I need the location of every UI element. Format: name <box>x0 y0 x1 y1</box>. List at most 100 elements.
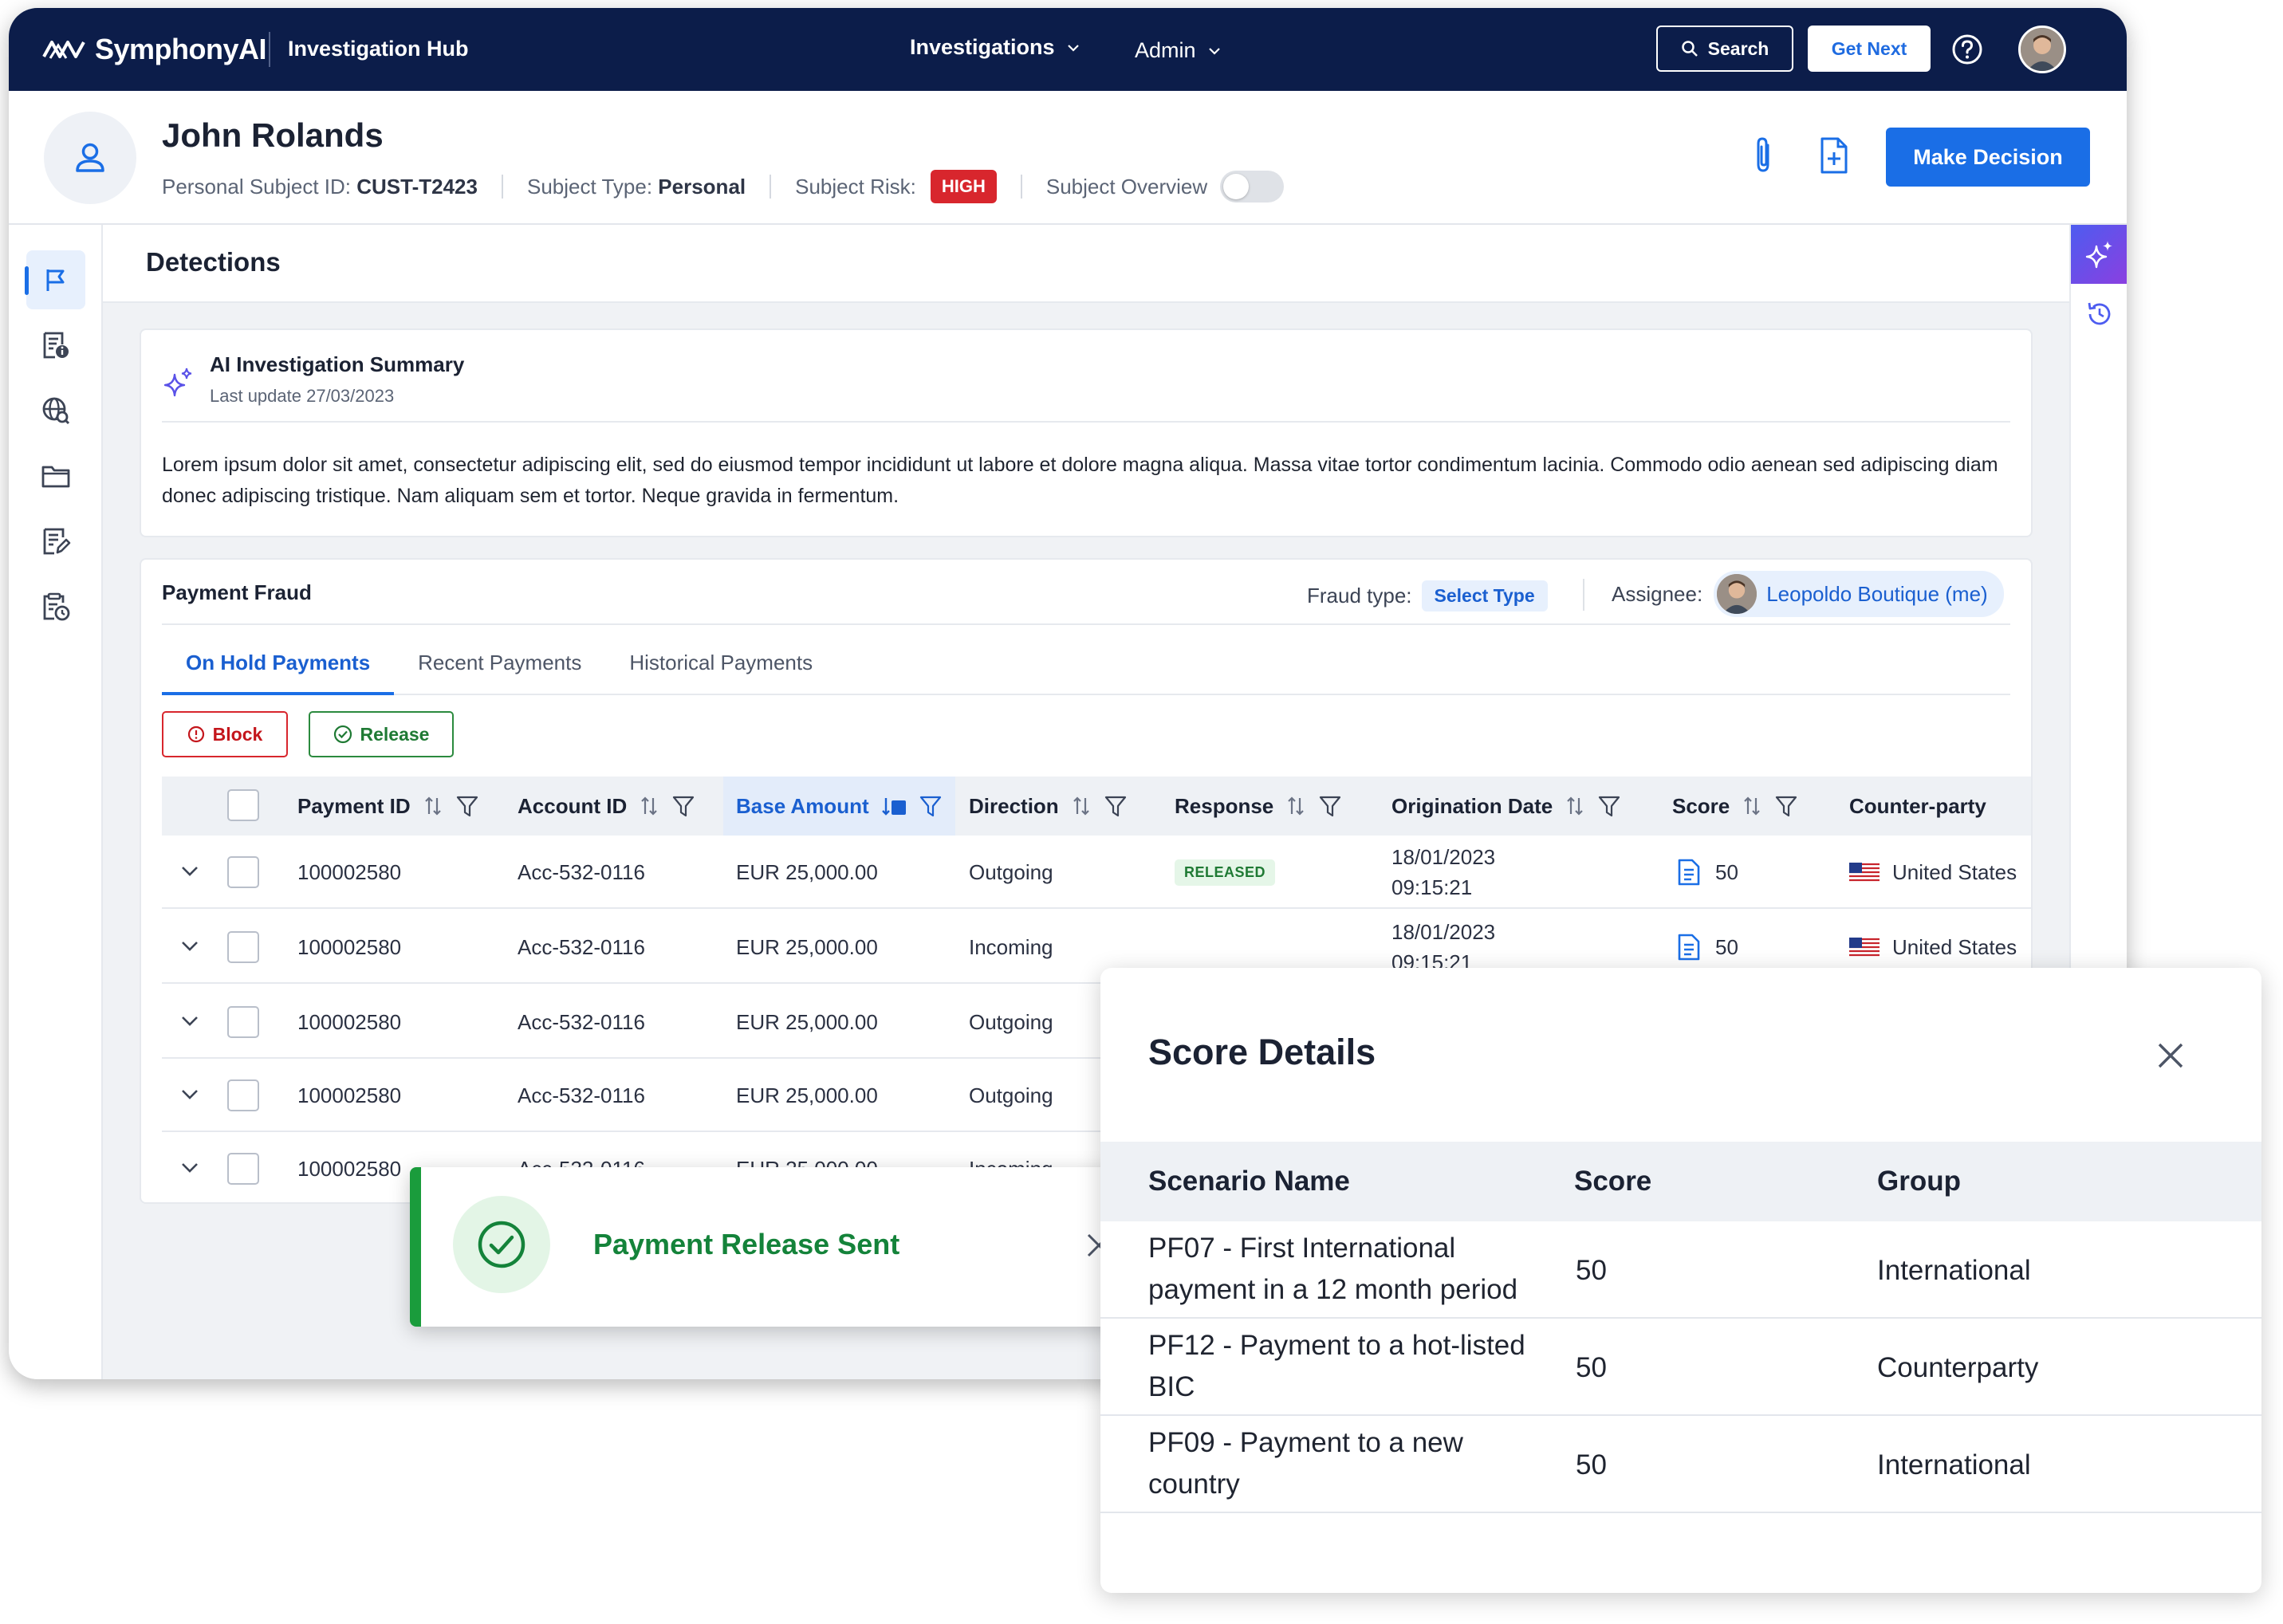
filter-icon[interactable] <box>455 794 479 818</box>
score-cell[interactable]: 50 <box>1677 836 1738 909</box>
row-checkbox[interactable] <box>227 1079 259 1111</box>
menu-admin[interactable]: Admin <box>1135 38 1222 63</box>
amount-cell: EUR 25,000.00 <box>736 1083 878 1107</box>
score-row: PF12 - Payment to a hot-listed BIC 50 Co… <box>1100 1319 2261 1416</box>
ai-summary-text: Lorem ipsum dolor sit amet, consectetur … <box>162 454 1998 507</box>
score-value: 50 <box>1715 859 1738 884</box>
tab-recent-payments[interactable]: Recent Payments <box>394 635 605 695</box>
fraud-type: Fraud type: Select Type <box>1307 580 1548 611</box>
tab-historical-payments[interactable]: Historical Payments <box>605 635 836 695</box>
filter-icon[interactable] <box>671 794 695 818</box>
toast-message: Payment Release Sent <box>593 1228 900 1260</box>
column-header-account-id[interactable]: Account ID <box>518 777 695 836</box>
payment-id-cell: 100002580 <box>297 1156 402 1181</box>
menu-admin-label: Admin <box>1135 38 1196 62</box>
table-row[interactable]: 100002580 Acc-532-0116 EUR 25,000.00 Out… <box>162 836 2031 909</box>
filter-icon[interactable] <box>1774 794 1798 818</box>
scenario-score-cell: 50 <box>1576 1255 1607 1286</box>
assignee-label: Assignee: <box>1612 581 1703 606</box>
chevron-down-icon <box>1067 44 1079 52</box>
select-all-checkbox[interactable] <box>227 789 259 821</box>
sort-icon[interactable] <box>1564 795 1586 817</box>
subject-avatar <box>44 112 136 204</box>
assignee-avatar <box>1717 574 1758 614</box>
filter-icon[interactable] <box>1318 794 1342 818</box>
chevron-down-icon[interactable] <box>178 1083 202 1107</box>
release-button[interactable]: Release <box>309 711 454 757</box>
alert-circle-icon <box>187 725 204 743</box>
account-id-cell: Acc-532-0116 <box>518 1083 645 1107</box>
attachment-icon[interactable] <box>1747 136 1782 177</box>
sidebar-item-notes[interactable] <box>26 512 85 571</box>
score-row: PF07 - First International payment in a … <box>1100 1221 2261 1319</box>
column-header-direction[interactable]: Direction <box>969 777 1128 836</box>
sort-descending-icon[interactable] <box>880 795 907 817</box>
brand-logo[interactable]: SymphonyAI <box>42 32 267 67</box>
sort-icon[interactable] <box>422 795 444 817</box>
column-header-response[interactable]: Response <box>1175 777 1342 836</box>
ai-summary-date: Last update 27/03/2023 <box>210 386 395 406</box>
chevron-down-icon[interactable] <box>178 934 202 958</box>
column-header-payment-id[interactable]: Payment ID <box>297 777 479 836</box>
block-button[interactable]: Block <box>162 711 288 757</box>
column-header-counterparty[interactable]: Counter-party <box>1849 777 1986 836</box>
check-circle-icon <box>333 725 352 744</box>
document-icon[interactable] <box>1677 859 1701 886</box>
chevron-down-icon[interactable] <box>178 859 202 883</box>
filter-icon[interactable] <box>1597 794 1621 818</box>
sidebar-item-network[interactable] <box>26 381 85 440</box>
sort-icon[interactable] <box>638 795 660 817</box>
column-header-origination-date[interactable]: Origination Date <box>1391 777 1621 836</box>
time-text: 09:15:21 <box>1391 875 1473 899</box>
tab-on-hold-payments[interactable]: On Hold Payments <box>162 635 395 695</box>
origination-date-cell: 18/01/2023 09:15:21 <box>1391 836 1495 909</box>
column-header-score[interactable]: Score <box>1672 777 1798 836</box>
sort-icon[interactable] <box>1741 795 1763 817</box>
top-navbar: SymphonyAI Investigation Hub Investigati… <box>9 8 2127 91</box>
search-button[interactable]: Search <box>1656 26 1793 72</box>
row-checkbox[interactable] <box>227 1153 259 1185</box>
us-flag-icon <box>1849 938 1880 957</box>
filter-icon[interactable] <box>919 794 943 818</box>
chevron-down-icon[interactable] <box>178 1156 202 1180</box>
subject-overview-toggle[interactable] <box>1220 171 1285 203</box>
sort-icon[interactable] <box>1285 795 1307 817</box>
sidebar-item-details[interactable] <box>26 316 85 375</box>
brand-name: SymphonyAI <box>95 33 267 65</box>
ai-assistant-button[interactable] <box>2071 225 2127 284</box>
history-icon[interactable] <box>2085 300 2114 328</box>
column-header-base-amount[interactable]: Base Amount <box>723 777 955 836</box>
menu-investigations[interactable]: Investigations <box>910 35 1080 60</box>
help-icon[interactable] <box>1951 33 1983 65</box>
user-photo-icon <box>2021 28 2064 71</box>
subject-type-label: Subject Type: <box>526 174 653 199</box>
fraud-type-select[interactable]: Select Type <box>1421 580 1548 611</box>
page-title: Detections <box>146 247 281 277</box>
subject-id-value: CUST-T2423 <box>356 174 478 199</box>
sidebar-item-history[interactable] <box>26 577 85 636</box>
chevron-down-icon[interactable] <box>178 1009 202 1033</box>
release-button-label: Release <box>360 723 430 745</box>
sidebar-item-detections[interactable] <box>25 250 85 309</box>
fraud-type-label: Fraud type: <box>1307 584 1412 608</box>
scenario-group-cell: Counterparty <box>1877 1352 2039 1383</box>
subject-type-value: Personal <box>658 174 746 199</box>
us-flag-icon <box>1849 863 1880 882</box>
row-checkbox[interactable] <box>227 856 259 888</box>
divider <box>1583 579 1584 611</box>
add-document-icon[interactable] <box>1816 136 1851 177</box>
meta-divider <box>1020 175 1022 199</box>
user-avatar[interactable] <box>2018 26 2066 73</box>
get-next-button[interactable]: Get Next <box>1808 26 1931 72</box>
scenario-name-cell: PF12 - Payment to a hot-listed BIC <box>1148 1330 1525 1402</box>
row-checkbox[interactable] <box>227 1006 259 1038</box>
amount-cell: EUR 25,000.00 <box>736 934 878 959</box>
assignee-chip[interactable]: Leopoldo Boutique (me) <box>1714 571 2004 617</box>
row-checkbox[interactable] <box>227 931 259 963</box>
filter-icon[interactable] <box>1104 794 1128 818</box>
sidebar-item-files[interactable] <box>26 446 85 505</box>
sort-icon[interactable] <box>1070 795 1092 817</box>
document-icon[interactable] <box>1677 934 1701 961</box>
close-icon[interactable] <box>2155 1040 2187 1072</box>
make-decision-button[interactable]: Make Decision <box>1886 128 2090 187</box>
